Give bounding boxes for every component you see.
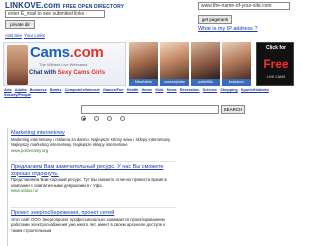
ad-listing: Marketing internetowy Marketing internet… (7, 128, 177, 246)
cams-logo-domain: .com (69, 44, 104, 61)
free-banner-click-text: Click for (265, 45, 286, 51)
logo-text: LINKOVE.com (5, 1, 61, 10)
category-link[interactable]: Business (30, 88, 47, 93)
ad-divider (11, 207, 176, 208)
email-input[interactable]: enter E_mail to see submited links (5, 10, 105, 18)
search-options (81, 116, 246, 122)
ad-divider (11, 161, 176, 162)
banner-photo (7, 45, 28, 85)
search-input[interactable] (81, 105, 219, 114)
cams-subtitle: The Wildest Live Webcams (39, 62, 88, 67)
header: LINKOVE.com FREE OPEN DIRECTORY enter E_… (0, 0, 296, 42)
get-pagerank-button[interactable]: get pagerank (198, 15, 232, 24)
search-radio[interactable] (107, 116, 112, 121)
category-link[interactable]: News (167, 88, 177, 93)
cams-chat-text: Chat with Sexy Cams Girls (29, 70, 105, 76)
thumbnail-caption: pattie88a (191, 79, 220, 86)
thumbnail-caption: MissKathie (129, 79, 158, 86)
category-link[interactable]: Recreation (180, 88, 200, 93)
category-nav: Arts Adults Business Books Computers/Interne… (4, 88, 294, 100)
category-link[interactable]: Games/Fun (103, 88, 124, 93)
search-radio[interactable] (94, 116, 99, 121)
search-radio[interactable] (81, 116, 86, 121)
your-links-link[interactable]: Your Links (24, 33, 45, 38)
ad-description: Marketing internetowy i reklama za darmo… (11, 136, 171, 148)
cams-banner[interactable]: Cams.com The Wildest Live Webcams Chat w… (3, 42, 126, 86)
category-link[interactable]: Home (142, 88, 153, 93)
ad-item: Проект энергосбережения, проект сетей Эт… (11, 210, 176, 233)
category-link[interactable]: Sports/Hobbies (241, 88, 269, 93)
private-dir-button[interactable]: private dir (5, 20, 35, 29)
cams-logo-main: Cams (30, 44, 70, 61)
thumbnail-strip: MissKathie onesexybabe pattie88a lindaAn… (129, 42, 253, 86)
category-link[interactable]: Books (50, 88, 62, 93)
category-link[interactable]: Computers/Internet (65, 88, 100, 93)
ad-title[interactable]: Предлагаем Вам замечательный ресурс. У н… (11, 164, 176, 177)
category-link[interactable]: Society/People (4, 93, 31, 98)
free-banner-word: Free (263, 57, 289, 71)
thumbnail[interactable]: lindaAnnn (222, 42, 251, 86)
ad-item: Marketing internetowy Marketing internet… (11, 130, 176, 153)
search-button[interactable]: SEARCH (221, 105, 245, 114)
thumbnail-photo (160, 42, 189, 79)
thumbnail-photo (191, 42, 220, 79)
thumbnail-caption: onesexybabe (160, 79, 189, 86)
ad-url[interactable]: www.polcenamy.org (11, 148, 176, 154)
category-link[interactable]: Kids (155, 88, 163, 93)
ip-address-link[interactable]: What is my IP address ? (198, 26, 258, 32)
cams-chat-pre: Chat with (29, 70, 58, 76)
category-link[interactable]: Health (127, 88, 139, 93)
ad-description: Представляем Вам хороший ресурс. Тут Вы … (11, 177, 167, 188)
thumbnail-photo (222, 42, 251, 79)
site-logo[interactable]: LINKOVE.com FREE OPEN DIRECTORY (5, 1, 124, 10)
search-radio[interactable] (120, 116, 125, 121)
thumbnail[interactable]: MissKathie (129, 42, 158, 86)
thumbnail-photo (129, 42, 158, 79)
free-banner-subtitle: LIVE CAMS (266, 75, 286, 79)
ad-item: Предлагаем Вам замечательный ресурс. У н… (11, 164, 176, 194)
free-cams-banner[interactable]: Click for Free LIVE CAMS (256, 42, 294, 86)
category-link[interactable]: Science (203, 88, 217, 93)
thumbnail-caption: lindaAnnn (222, 79, 251, 86)
site-url-input[interactable]: www.the-name-of-your-site.com (198, 2, 290, 10)
add-site-link[interactable]: Add Site (5, 33, 22, 38)
cams-chat-accent: Sexy Cams Girls (57, 70, 106, 76)
cams-logo: Cams.com (30, 44, 104, 61)
ad-description: Этот сайт ООО Энергопроект профессиональ… (11, 216, 166, 233)
thumbnail[interactable]: pattie88a (191, 42, 220, 86)
thumbnail[interactable]: onesexybabe (160, 42, 189, 86)
ad-url[interactable]: www.ufalux.ru/ (11, 188, 176, 194)
category-link[interactable]: Shopping (220, 88, 238, 93)
